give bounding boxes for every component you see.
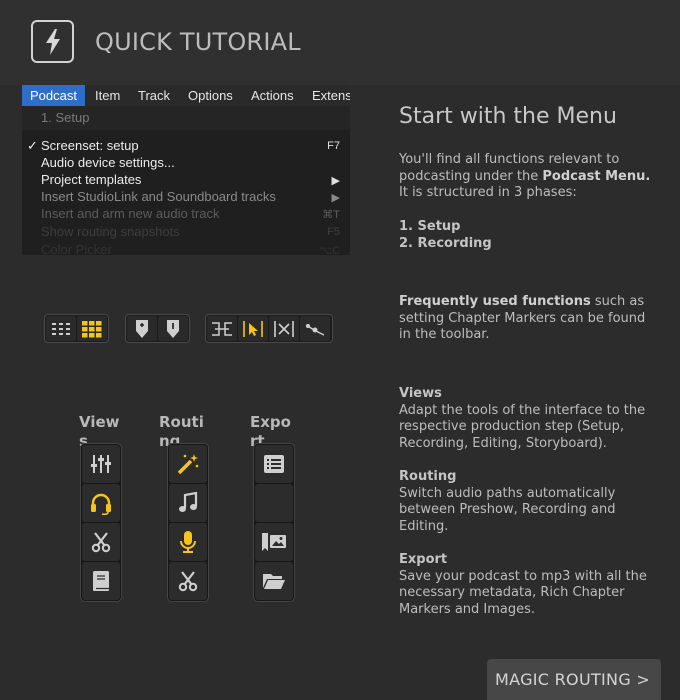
cursor-select-icon bbox=[243, 320, 263, 337]
podcast-dropdown: 1. Setup ✓ Screenset: setup F7 Audio dev… bbox=[22, 106, 350, 255]
podcast-menu-bold: Podcast Menu. bbox=[542, 168, 651, 184]
split-icon bbox=[212, 321, 232, 336]
trim-icon bbox=[274, 320, 294, 337]
marker-plus-icon bbox=[136, 319, 148, 338]
music-note-icon bbox=[179, 492, 198, 512]
menu-item-audio-device[interactable]: Audio device settings... bbox=[41, 155, 175, 170]
view-setup-button[interactable] bbox=[82, 445, 120, 483]
menu-actions[interactable]: Actions bbox=[251, 88, 294, 103]
grid-small-button[interactable] bbox=[46, 316, 76, 341]
menu-track[interactable]: Track bbox=[138, 88, 170, 103]
routing-description: Routing Switch audio paths automatically… bbox=[399, 469, 659, 535]
microphone-icon bbox=[180, 531, 196, 553]
menu-item-screenset[interactable]: Screenset: setup bbox=[41, 138, 139, 153]
trim-button[interactable] bbox=[269, 316, 299, 341]
envelope-points-icon bbox=[305, 323, 325, 336]
header: QUICK TUTORIAL bbox=[0, 0, 680, 85]
export-metadata-button[interactable] bbox=[255, 445, 293, 483]
tutorial-heading: Start with the Menu bbox=[399, 104, 617, 129]
views-toolbar bbox=[80, 443, 122, 602]
routing-recording-button[interactable] bbox=[169, 523, 207, 561]
headphones-icon bbox=[91, 493, 111, 515]
phases-list: 1. Setup 2. Recording bbox=[399, 219, 659, 252]
menu-section-header: 1. Setup bbox=[22, 106, 350, 130]
frequent-functions-bold: Frequently used functions bbox=[399, 294, 591, 309]
phase-setup: 1. Setup bbox=[399, 219, 461, 234]
menubar: Podcast Item Track Options Actions Exten… bbox=[22, 85, 350, 106]
magic-routing-next-button[interactable]: MAGIC ROUTING > bbox=[487, 659, 661, 700]
marker-icon bbox=[167, 319, 179, 338]
image-marker-icon bbox=[262, 533, 286, 551]
routing-toolbar bbox=[167, 443, 209, 602]
shortcut: ⌥C bbox=[319, 245, 340, 255]
mixer-icon bbox=[91, 455, 111, 473]
scissors-icon bbox=[91, 532, 111, 553]
views-text: Adapt the tools of the interface to the … bbox=[399, 402, 646, 451]
split-button[interactable] bbox=[207, 316, 237, 341]
routing-editing-button[interactable] bbox=[169, 562, 207, 600]
phase-recording: 2. Recording bbox=[399, 235, 492, 251]
list-icon bbox=[264, 455, 284, 473]
menu-item-color-picker[interactable]: Color Picker bbox=[41, 242, 112, 255]
toolbar-marker-group bbox=[125, 314, 190, 343]
export-description: Export Save your podcast to mp3 with all… bbox=[399, 552, 659, 618]
export-folder-button[interactable] bbox=[255, 562, 293, 600]
podcast-menu-screenshot: Podcast Item Track Options Actions Exten… bbox=[22, 85, 350, 255]
shortcut: F7 bbox=[327, 140, 340, 152]
menu-options[interactable]: Options bbox=[188, 88, 233, 103]
folder-icon bbox=[263, 574, 285, 589]
menu-item-insert-studiolink[interactable]: Insert StudioLink and Soundboard tracks bbox=[41, 189, 276, 204]
view-storyboard-button[interactable] bbox=[82, 562, 120, 600]
view-recording-button[interactable] bbox=[82, 484, 120, 522]
book-icon bbox=[93, 571, 109, 591]
routing-heading: Routing bbox=[399, 469, 457, 484]
menu-item[interactable]: Item bbox=[95, 88, 120, 103]
routing-music-button[interactable] bbox=[169, 484, 207, 522]
export-heading: Export bbox=[399, 552, 448, 567]
lightning-icon bbox=[45, 28, 60, 55]
select-button[interactable] bbox=[238, 316, 268, 341]
toolbar-grid-group bbox=[44, 314, 109, 343]
envelope-button[interactable] bbox=[300, 316, 330, 341]
magic-wand-icon bbox=[177, 454, 199, 475]
menu-section-label: 1. Setup bbox=[41, 110, 90, 125]
views-description: Views Adapt the tools of the interface t… bbox=[399, 386, 659, 452]
menu-item-routing-snapshots[interactable]: Show routing snapshots bbox=[41, 224, 180, 239]
page-title: QUICK TUTORIAL bbox=[95, 28, 301, 56]
logo bbox=[31, 20, 74, 63]
add-marker-button[interactable] bbox=[127, 316, 157, 341]
tutorial-heading-block: Start with the Menu bbox=[399, 104, 659, 129]
toolbar-edit-group bbox=[205, 314, 333, 343]
menu-item-project-templates[interactable]: Project templates bbox=[41, 172, 141, 187]
grid-small-icon bbox=[52, 322, 70, 335]
routing-preshow-button[interactable] bbox=[169, 445, 207, 483]
menu-extensions[interactable]: Extens bbox=[312, 88, 350, 103]
shortcut: F5 bbox=[327, 226, 340, 238]
export-empty-slot bbox=[255, 484, 293, 522]
intro-text: You'll find all functions relevant to po… bbox=[399, 152, 659, 202]
menu-item-insert-audio-track[interactable]: Insert and arm new audio track bbox=[41, 206, 219, 221]
submenu-arrow-icon: ▶ bbox=[331, 175, 340, 187]
marker-button[interactable] bbox=[158, 316, 188, 341]
routing-text: Switch audio paths automatically between… bbox=[399, 485, 616, 534]
shortcut: ⌘T bbox=[322, 209, 340, 221]
submenu-arrow-icon: ▶ bbox=[331, 192, 340, 204]
intro-text-2: It is structured in 3 phases: bbox=[399, 185, 577, 200]
scissors-icon bbox=[178, 571, 198, 592]
menu-podcast[interactable]: Podcast bbox=[22, 85, 85, 106]
grid-large-icon bbox=[82, 320, 102, 337]
export-text: Save your podcast to mp3 with all the ne… bbox=[399, 568, 647, 617]
check-icon: ✓ bbox=[27, 138, 38, 153]
export-toolbar bbox=[253, 443, 295, 602]
frequent-functions-text: Frequently used functions such as settin… bbox=[399, 294, 659, 344]
views-heading: Views bbox=[399, 386, 442, 401]
export-chapter-image-button[interactable] bbox=[255, 523, 293, 561]
view-editing-button[interactable] bbox=[82, 523, 120, 561]
frequent-functions-text-2: in the toolbar. bbox=[399, 327, 490, 342]
grid-large-button[interactable] bbox=[77, 316, 107, 341]
